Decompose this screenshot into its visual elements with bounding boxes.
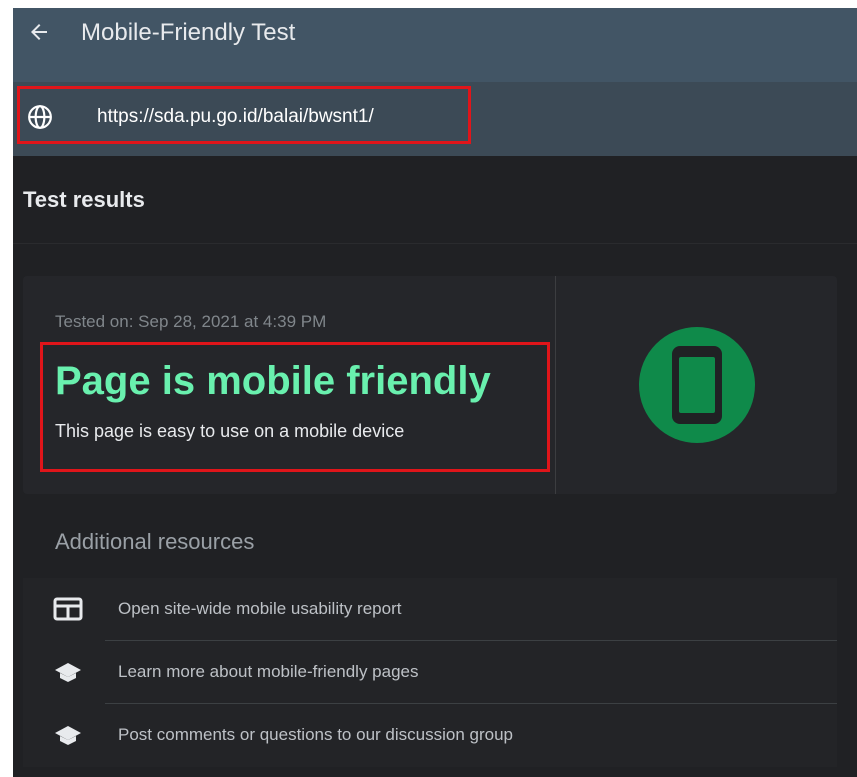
app-frame: Mobile-Friendly Test https://sda.pu.go.i… — [13, 8, 857, 777]
url-highlight-box — [17, 86, 471, 144]
results-title: Test results — [23, 187, 145, 212]
url-bar: https://sda.pu.go.id/balai/bwsnt1/ — [13, 82, 857, 156]
tested-on-timestamp: Tested on: Sep 28, 2021 at 4:39 PM — [55, 312, 327, 331]
app-title: Mobile-Friendly Test — [81, 19, 296, 46]
resource-label: Post comments or questions to our discus… — [118, 725, 513, 744]
resource-label: Open site-wide mobile usability report — [118, 599, 402, 618]
school-icon — [55, 663, 81, 682]
verdict-highlight-box — [40, 342, 550, 472]
back-arrow-icon[interactable] — [27, 20, 51, 44]
resources-title: Additional resources — [55, 529, 255, 554]
mobile-phone-icon — [639, 327, 755, 443]
resource-item-learn-more[interactable]: Learn more about mobile-friendly pages — [23, 641, 837, 704]
school-icon — [55, 726, 81, 745]
top-app-bar: Mobile-Friendly Test — [13, 8, 857, 82]
resources-list: Open site-wide mobile usability report L… — [23, 578, 837, 767]
resource-label: Learn more about mobile-friendly pages — [118, 662, 419, 681]
result-summary: Tested on: Sep 28, 2021 at 4:39 PM Page … — [23, 276, 556, 494]
result-card: Tested on: Sep 28, 2021 at 4:39 PM Page … — [23, 276, 837, 494]
results-header: Test results — [13, 156, 857, 244]
resource-item-usability-report[interactable]: Open site-wide mobile usability report — [23, 578, 837, 641]
resource-item-discussion-group[interactable]: Post comments or questions to our discus… — [23, 704, 837, 767]
report-icon — [53, 597, 83, 621]
